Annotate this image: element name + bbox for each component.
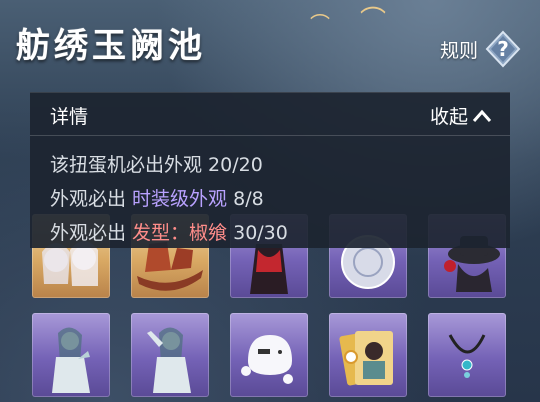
details-title: 详情	[50, 106, 89, 128]
item-slot[interactable]	[131, 313, 209, 397]
guarantee-line: 该扭蛋机必出外观 20/20	[50, 154, 263, 176]
lady-thinking-pose-icon	[52, 327, 90, 393]
collapse-button[interactable]: 收起	[430, 102, 492, 129]
bird-icon: ⌒	[310, 12, 330, 36]
svg-text:?: ?	[497, 37, 509, 61]
item-slot[interactable]	[230, 313, 308, 397]
item-slot[interactable]	[329, 313, 407, 397]
bird-icon: ⌒	[360, 6, 387, 36]
pendant-necklace-icon	[448, 334, 486, 378]
rules-button[interactable]: 规则 ?	[440, 30, 522, 68]
photo-card-icon	[339, 330, 393, 386]
question-mark-icon: ?	[485, 30, 521, 68]
guarantee-line: 外观必出 发型：椒飨 30/30	[50, 222, 288, 244]
page-title: 舫绣玉阙池	[16, 26, 206, 66]
item-slot[interactable]	[428, 313, 506, 397]
header: ⌒ ⌒ 舫绣玉阙池 规则 ?	[0, 0, 540, 90]
item-slot[interactable]	[32, 313, 110, 397]
rules-label: 规则	[439, 39, 478, 62]
collapse-label: 收起	[429, 106, 468, 128]
lady-salute-pose-icon	[147, 327, 191, 393]
details-header: 详情 收起	[30, 93, 510, 136]
chevron-up-icon	[472, 109, 492, 122]
details-panel: 详情 收起 该扭蛋机必出外观 20/20 外观必出 时装级外观 8/8 外观必出…	[30, 92, 510, 248]
ghost-sticker-icon	[241, 335, 293, 384]
guarantee-line: 外观必出 时装级外观 8/8	[50, 188, 264, 210]
